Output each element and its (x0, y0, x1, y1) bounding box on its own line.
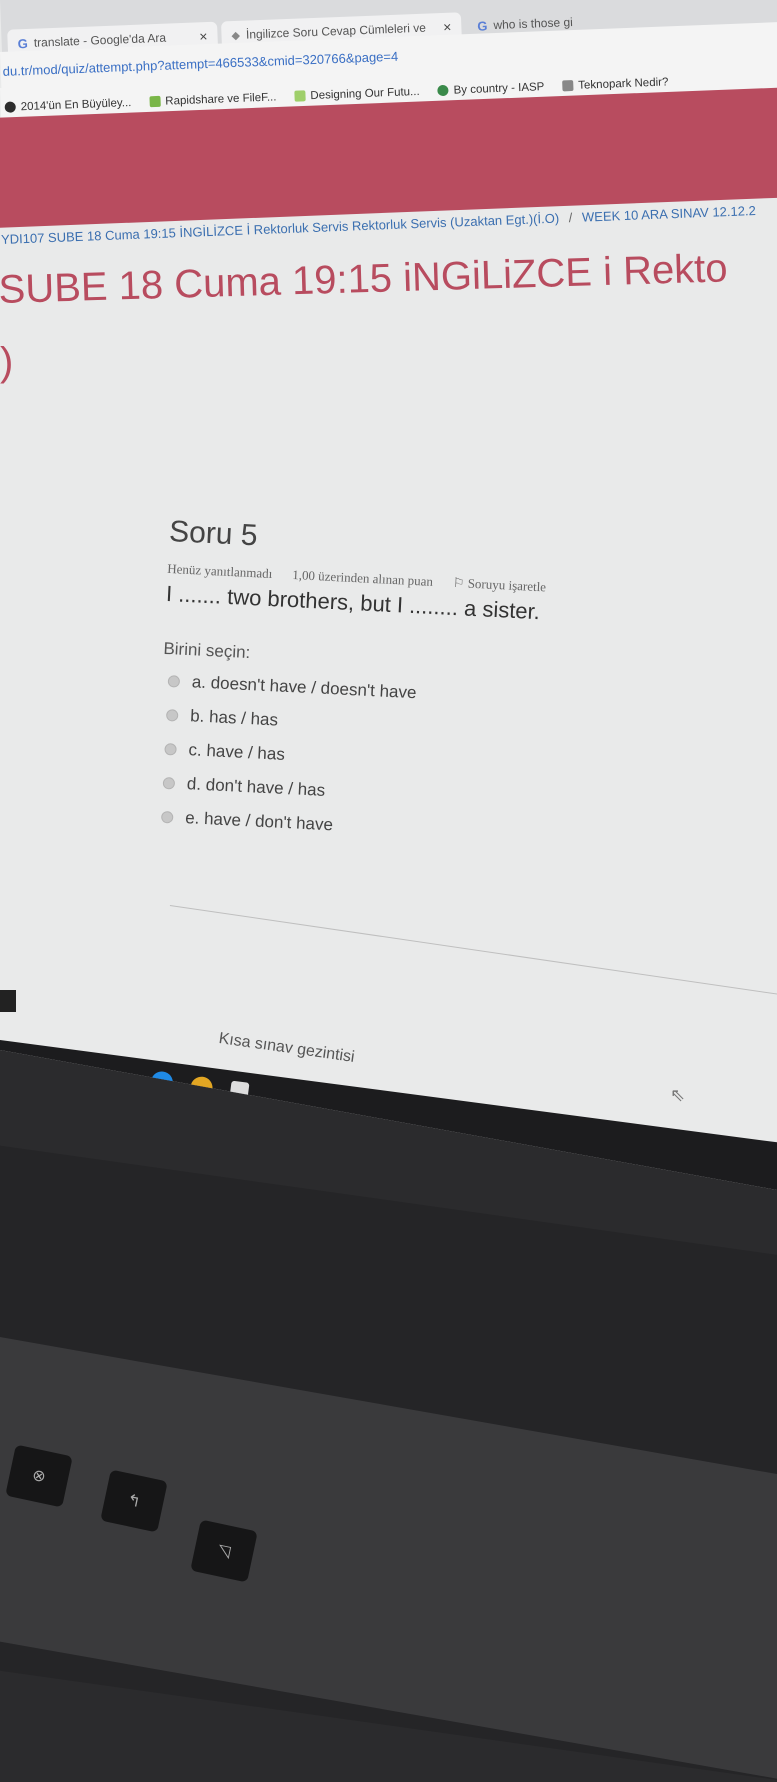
bookmark-label: Teknopark Nedir? (578, 75, 669, 92)
breadcrumb-separator: / (568, 210, 573, 226)
answer-label: b. has / has (189, 706, 279, 730)
mouse-cursor-icon: ⇖ (670, 1085, 686, 1105)
close-icon[interactable]: × (443, 19, 452, 35)
question-status: Henüz yanıtlanmadı (167, 560, 273, 582)
chrome-icon[interactable] (189, 1075, 214, 1101)
bookmark-label: Designing Our Futu... (310, 85, 420, 102)
flag-icon: ⚐ (452, 574, 465, 591)
bookmark-item[interactable]: Designing Our Futu... (294, 85, 420, 102)
answer-label: a. doesn't have / doesn't have (191, 672, 417, 703)
google-icon: G (477, 17, 488, 34)
globe-icon (437, 84, 449, 97)
radio-button[interactable] (165, 709, 179, 722)
radio-button[interactable] (162, 776, 176, 790)
bookmark-label: 2014'ün En Büyüley... (20, 96, 132, 113)
radio-button[interactable] (164, 743, 177, 756)
side-panel-edge (0, 990, 16, 1012)
url-text[interactable]: du.tr/mod/quiz/attempt.php?attempt=46653… (2, 48, 398, 78)
bookmark-label: Rapidshare ve FileF... (165, 90, 277, 108)
answer-label: d. don't have / has (186, 774, 326, 800)
quiz-navigation-title: Kısa sınav gezintisi (217, 1030, 356, 1066)
answer-label: e. have / don't have (184, 808, 334, 835)
page-title-continued: ) (0, 340, 14, 384)
bookmark-item[interactable]: By country - IASP (437, 80, 545, 97)
monitor-screen: G translate - Google'da Ara × ◆ İngilizc… (0, 0, 777, 1190)
bookmark-item[interactable]: Rapidshare ve FileF... (149, 91, 277, 108)
flag-question-button[interactable]: ⚐ Soruyu işaretle (452, 574, 547, 596)
close-icon[interactable]: × (199, 28, 208, 44)
bookmark-item[interactable]: 2014'ün En Büyüley... (4, 96, 132, 113)
bookmark-icon (562, 79, 574, 92)
bookmark-icon (149, 95, 161, 108)
bookmark-item[interactable]: Teknopark Nedir? (562, 76, 669, 92)
bookmark-icon (4, 101, 16, 113)
moodle-icon: ◆ (231, 29, 241, 42)
breadcrumb-quiz-link[interactable]: WEEK 10 ARA SINAV 12.12.2 (582, 203, 756, 225)
page-title: SUBE 18 Cuma 19:15 iNGiLiZCE i Rekto (0, 246, 729, 312)
question-points: 1,00 üzerinden alınan puan (291, 567, 434, 589)
bookmark-icon (294, 90, 306, 102)
answer-options: a. doesn't have / doesn't have b. has / … (155, 671, 777, 858)
radio-button[interactable] (167, 675, 181, 688)
edge-icon[interactable] (149, 1070, 175, 1095)
bookmark-label: By country - IASP (453, 80, 545, 97)
answer-label: c. have / has (188, 740, 286, 764)
section-divider (169, 905, 777, 999)
breadcrumb-course-link[interactable]: YDI107 SUBE 18 Cuma 19:15 İNGİLİZCE İ Re… (1, 211, 560, 247)
file-explorer-icon[interactable] (229, 1080, 250, 1099)
radio-button[interactable] (160, 810, 174, 824)
question-block: Soru 5 Henüz yanıtlanmadı 1,00 üzerinden… (154, 515, 777, 872)
google-icon: G (17, 35, 29, 51)
flag-label: Soruyu işaretle (467, 575, 547, 595)
